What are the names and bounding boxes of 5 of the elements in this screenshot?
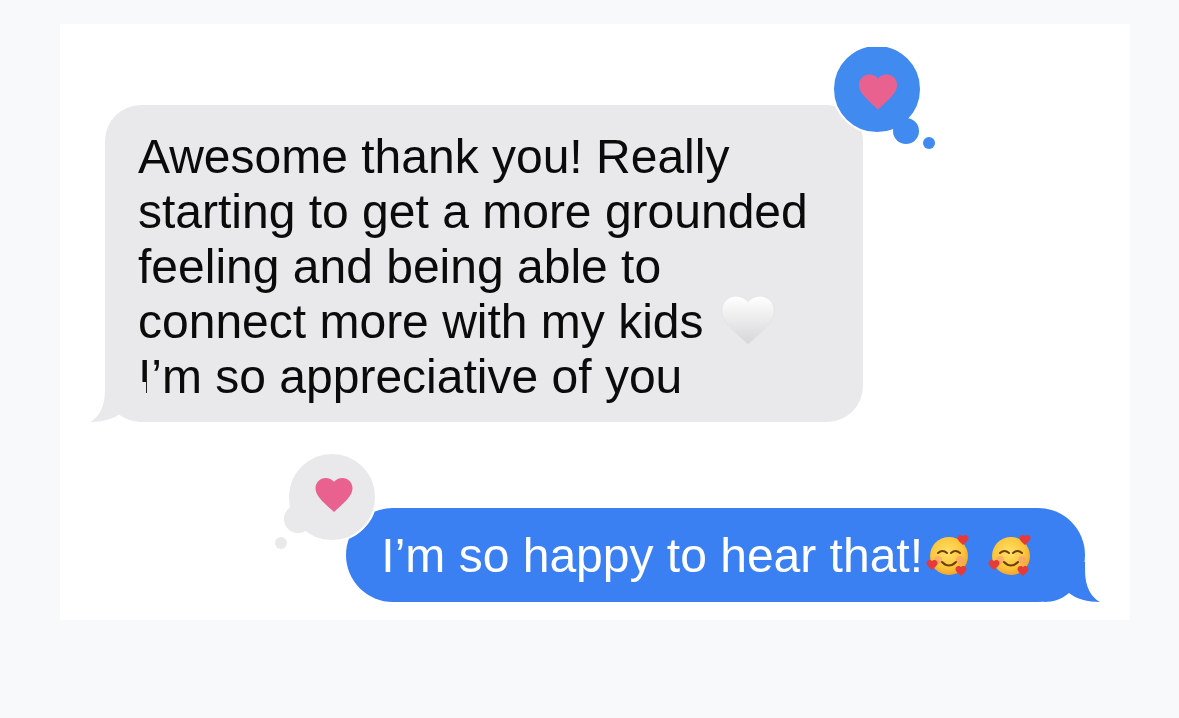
message-text: I’m so happy to hear that! [381, 527, 923, 583]
heart-emoji-icon [720, 295, 775, 345]
message-text: connect more with my kids [138, 294, 704, 349]
heart-reaction-icon[interactable] [831, 47, 937, 150]
heart-reaction-icon[interactable] [275, 453, 378, 550]
